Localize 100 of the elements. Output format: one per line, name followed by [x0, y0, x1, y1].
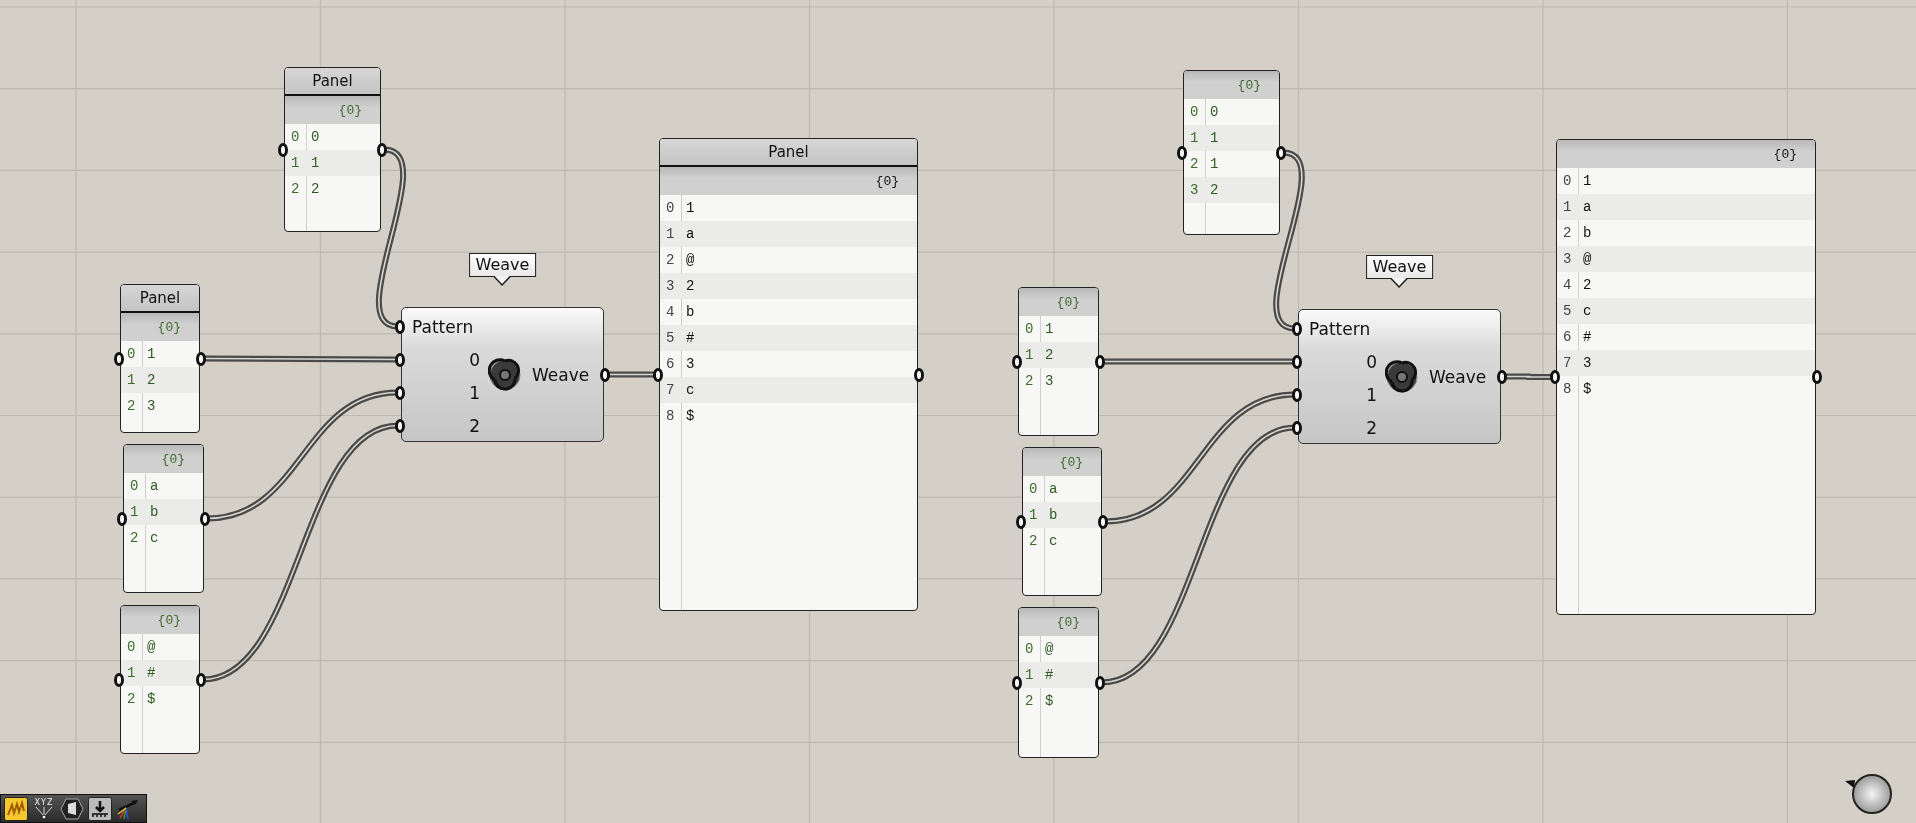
item-value: 3 — [685, 356, 695, 372]
item-index: 6 — [1562, 329, 1573, 345]
item-value: 0 — [310, 129, 320, 145]
input-grip[interactable] — [395, 385, 405, 400]
panel[interactable]: {0} 0 a 1 b 2 c — [123, 444, 204, 593]
item-value: c — [149, 530, 159, 546]
input-grip[interactable] — [1177, 145, 1187, 160]
item-value: 3 — [146, 398, 156, 414]
input-grip[interactable] — [395, 418, 405, 433]
panel[interactable]: Panel {0} 0 0 1 1 2 2 — [284, 67, 381, 232]
output-grip[interactable] — [1497, 369, 1507, 384]
input-grip[interactable] — [1292, 387, 1302, 402]
item-index: 1 — [290, 155, 301, 171]
input-grip[interactable] — [1292, 321, 1302, 336]
item-value: 1 — [685, 200, 695, 216]
item-value: $ — [146, 691, 156, 707]
item-index: 5 — [665, 330, 676, 346]
input-grip[interactable] — [1012, 675, 1022, 690]
output-grip[interactable] — [1812, 370, 1822, 384]
panel[interactable]: {0} 0 1 1 a 2 b 3 @ 4 2 5 c 6 # 7 3 8 $ — [1556, 139, 1816, 615]
swirl-icon — [1385, 359, 1419, 394]
input-grip[interactable] — [278, 142, 288, 157]
input-grip[interactable] — [1012, 354, 1022, 369]
item-index: 0 — [1562, 173, 1573, 189]
item-value: b — [1582, 225, 1592, 241]
input-grip[interactable] — [114, 351, 124, 366]
panel[interactable]: {0} 0 @ 1 # 2 $ — [1018, 607, 1099, 758]
item-value: @ — [1044, 641, 1054, 657]
item-value: # — [1582, 329, 1592, 345]
output-grip[interactable] — [1098, 514, 1108, 529]
branch-path: {0} — [157, 612, 181, 628]
output-grip[interactable] — [600, 367, 610, 382]
branch-path: {0} — [1056, 614, 1080, 630]
item-value: c — [1582, 303, 1592, 319]
item-index: 0 — [126, 639, 137, 655]
item-value: c — [685, 382, 695, 398]
item-index: 5 — [1562, 303, 1573, 319]
input-grip[interactable] — [395, 319, 405, 334]
input-grip[interactable] — [395, 352, 405, 367]
item-index: 0 — [126, 346, 137, 362]
item-value: b — [149, 504, 159, 520]
item-index: 1 — [1024, 667, 1035, 683]
weave-component[interactable]: Pattern 0 1 2 Weave — [1298, 309, 1501, 444]
item-index: 1 — [1189, 130, 1200, 146]
input-grip[interactable] — [1292, 354, 1302, 369]
item-index: 1 — [126, 665, 137, 681]
item-value: $ — [685, 408, 695, 424]
navigation-widget[interactable] — [1843, 771, 1893, 815]
item-value: 2 — [1209, 182, 1219, 198]
item-index: 2 — [665, 252, 676, 268]
item-index: 3 — [665, 278, 676, 294]
weave-component[interactable]: Pattern 0 1 2 Weave — [401, 307, 604, 442]
item-value: 1 — [146, 346, 156, 362]
item-index: 1 — [665, 226, 676, 242]
panel[interactable]: {0} 0 a 1 b 2 c — [1022, 447, 1102, 596]
item-index: 0 — [665, 200, 676, 216]
panel[interactable]: {0} 0 0 1 1 2 1 3 2 — [1183, 70, 1280, 235]
output-grip[interactable] — [1276, 145, 1286, 160]
output-grip[interactable] — [1095, 354, 1105, 369]
output-grip[interactable] — [1095, 675, 1105, 690]
item-index: 0 — [290, 129, 301, 145]
input-grip[interactable] — [117, 511, 127, 526]
item-index: 2 — [1024, 373, 1035, 389]
item-value: 2 — [146, 372, 156, 388]
panel[interactable]: {0} 0 @ 1 # 2 $ — [120, 605, 200, 754]
input-grip[interactable] — [1016, 514, 1026, 529]
tooltip: Weave — [468, 253, 537, 277]
output-grip[interactable] — [196, 351, 206, 366]
output-grip[interactable] — [377, 142, 387, 157]
panel[interactable]: Panel {0} 0 1 1 a 2 @ 3 2 4 b 5 # 6 3 7 c 8 $ — [659, 138, 918, 611]
branch-path: {0} — [161, 451, 185, 467]
output-grip[interactable] — [914, 367, 924, 382]
output-grip[interactable] — [196, 672, 206, 687]
item-value: @ — [685, 252, 695, 268]
input-grip[interactable] — [1292, 420, 1302, 435]
panel-title: Panel — [121, 285, 199, 313]
input-label: Pattern — [411, 316, 475, 339]
input-label: 0 — [468, 349, 481, 372]
input-grip[interactable] — [653, 367, 663, 382]
panel[interactable]: {0} 0 1 1 2 2 3 — [1018, 287, 1099, 436]
sketch-icon[interactable] — [4, 796, 28, 821]
hexagon-icon[interactable] — [60, 796, 84, 821]
output-grip[interactable] — [200, 511, 210, 526]
item-value: 2 — [1582, 277, 1592, 293]
download-icon[interactable] — [88, 796, 112, 821]
item-index: 2 — [126, 398, 137, 414]
item-value: @ — [1582, 251, 1592, 267]
input-label: 1 — [1365, 384, 1378, 407]
item-index: 0 — [1189, 104, 1200, 120]
branch-path: {0} — [875, 173, 899, 189]
panel[interactable]: Panel {0} 0 1 1 2 2 3 — [120, 284, 200, 433]
input-grip[interactable] — [114, 672, 124, 687]
item-index: 0 — [1024, 321, 1035, 337]
item-value: 3 — [1582, 355, 1592, 371]
swirl-icon — [488, 357, 522, 392]
item-value: 0 — [1209, 104, 1219, 120]
item-index: 3 — [1562, 251, 1573, 267]
input-grip[interactable] — [1550, 370, 1560, 384]
input-label: 2 — [468, 415, 481, 438]
item-index: 1 — [1024, 347, 1035, 363]
